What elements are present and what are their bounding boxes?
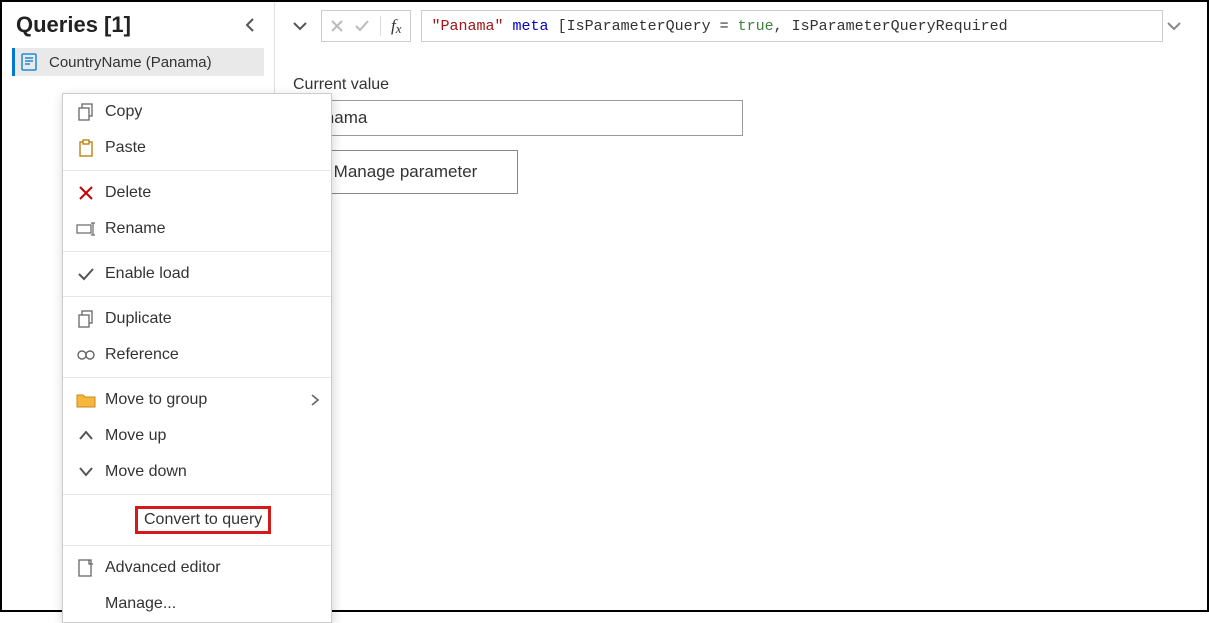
menu-delete[interactable]: Delete [63,175,331,211]
menu-enable-load-label: Enable load [105,265,319,283]
menu-separator [63,377,331,378]
chevron-down-icon [1167,21,1181,31]
rename-icon [73,221,99,237]
menu-copy-label: Copy [105,103,319,121]
menu-manage-label: Manage... [105,595,319,613]
formula-action-buttons: fx [321,10,411,42]
reference-icon [73,348,99,362]
menu-move-to-group-label: Move to group [105,391,311,409]
sidebar-title: Queries [1] [16,12,131,38]
formula-bar-row: fx "Panama" meta [IsParameterQuery = tru… [293,6,1189,46]
chevron-right-icon [311,394,319,406]
menu-move-up-label: Move up [105,427,319,445]
menu-copy[interactable]: Copy [63,94,331,130]
app-frame: Queries [1] CountryName (Panama) [0,0,1209,612]
fx-icon[interactable]: fx [380,16,402,36]
menu-duplicate[interactable]: Duplicate [63,301,331,337]
copy-icon [73,103,99,121]
menu-move-up[interactable]: Move up [63,418,331,454]
menu-move-to-group[interactable]: Move to group [63,382,331,418]
formula-token-keyword: meta [513,18,549,35]
menu-paste[interactable]: Paste [63,130,331,166]
check-icon [354,19,370,33]
menu-separator [63,296,331,297]
parameter-icon [21,52,41,72]
menu-advanced-editor[interactable]: Advanced editor [63,550,331,586]
formula-token-plain: [IsParameterQuery = [549,18,738,35]
advanced-editor-icon [73,559,99,577]
chevron-up-icon [73,430,99,442]
menu-advanced-editor-label: Advanced editor [105,559,319,577]
menu-separator [63,545,331,546]
check-icon [73,267,99,281]
formula-bar-input[interactable]: "Panama" meta [IsParameterQuery = true ,… [421,10,1163,42]
menu-manage[interactable]: Manage... [63,586,331,622]
formula-token-plain: , IsParameterQueryRequired [774,18,1008,35]
formula-commit-button[interactable] [354,19,370,33]
current-value-label: Current value [293,76,1189,94]
chevron-down-icon [293,21,307,31]
duplicate-icon [73,310,99,328]
menu-convert-to-query[interactable]: Convert to query [63,499,331,541]
menu-separator [63,170,331,171]
manage-parameter-label: Manage parameter [334,162,478,182]
menu-delete-label: Delete [105,184,319,202]
menu-move-down[interactable]: Move down [63,454,331,490]
menu-paste-label: Paste [105,139,319,157]
paste-icon [73,139,99,157]
menu-rename[interactable]: Rename [63,211,331,247]
menu-convert-label: Convert to query [144,511,262,528]
menu-move-down-label: Move down [105,463,319,481]
menu-separator [63,251,331,252]
chevron-left-icon [244,18,256,32]
menu-reference-label: Reference [105,346,319,364]
query-item-countryname[interactable]: CountryName (Panama) [12,48,264,76]
query-item-label: CountryName (Panama) [49,54,212,71]
query-context-menu: Copy Paste Delete Rename Ena [62,93,332,623]
collapse-sidebar-button[interactable] [240,16,260,34]
convert-highlight: Convert to query [135,506,271,534]
formula-token-const: true [738,18,774,35]
formula-cancel-button[interactable] [330,19,344,33]
menu-reference[interactable]: Reference [63,337,331,373]
chevron-down-icon [73,466,99,478]
folder-icon [73,392,99,408]
sidebar-header: Queries [1] [2,2,274,48]
menu-rename-label: Rename [105,220,319,238]
current-value-input[interactable]: Panama [293,100,743,136]
formula-expand-button[interactable] [1167,21,1189,31]
formula-token-string: "Panama" [432,18,504,35]
x-icon [330,19,344,33]
menu-enable-load[interactable]: Enable load [63,256,331,292]
menu-separator [63,494,331,495]
delete-icon [73,185,99,201]
formula-toggle-button[interactable] [293,21,315,31]
main-panel: fx "Panama" meta [IsParameterQuery = tru… [275,2,1207,610]
menu-duplicate-label: Duplicate [105,310,319,328]
